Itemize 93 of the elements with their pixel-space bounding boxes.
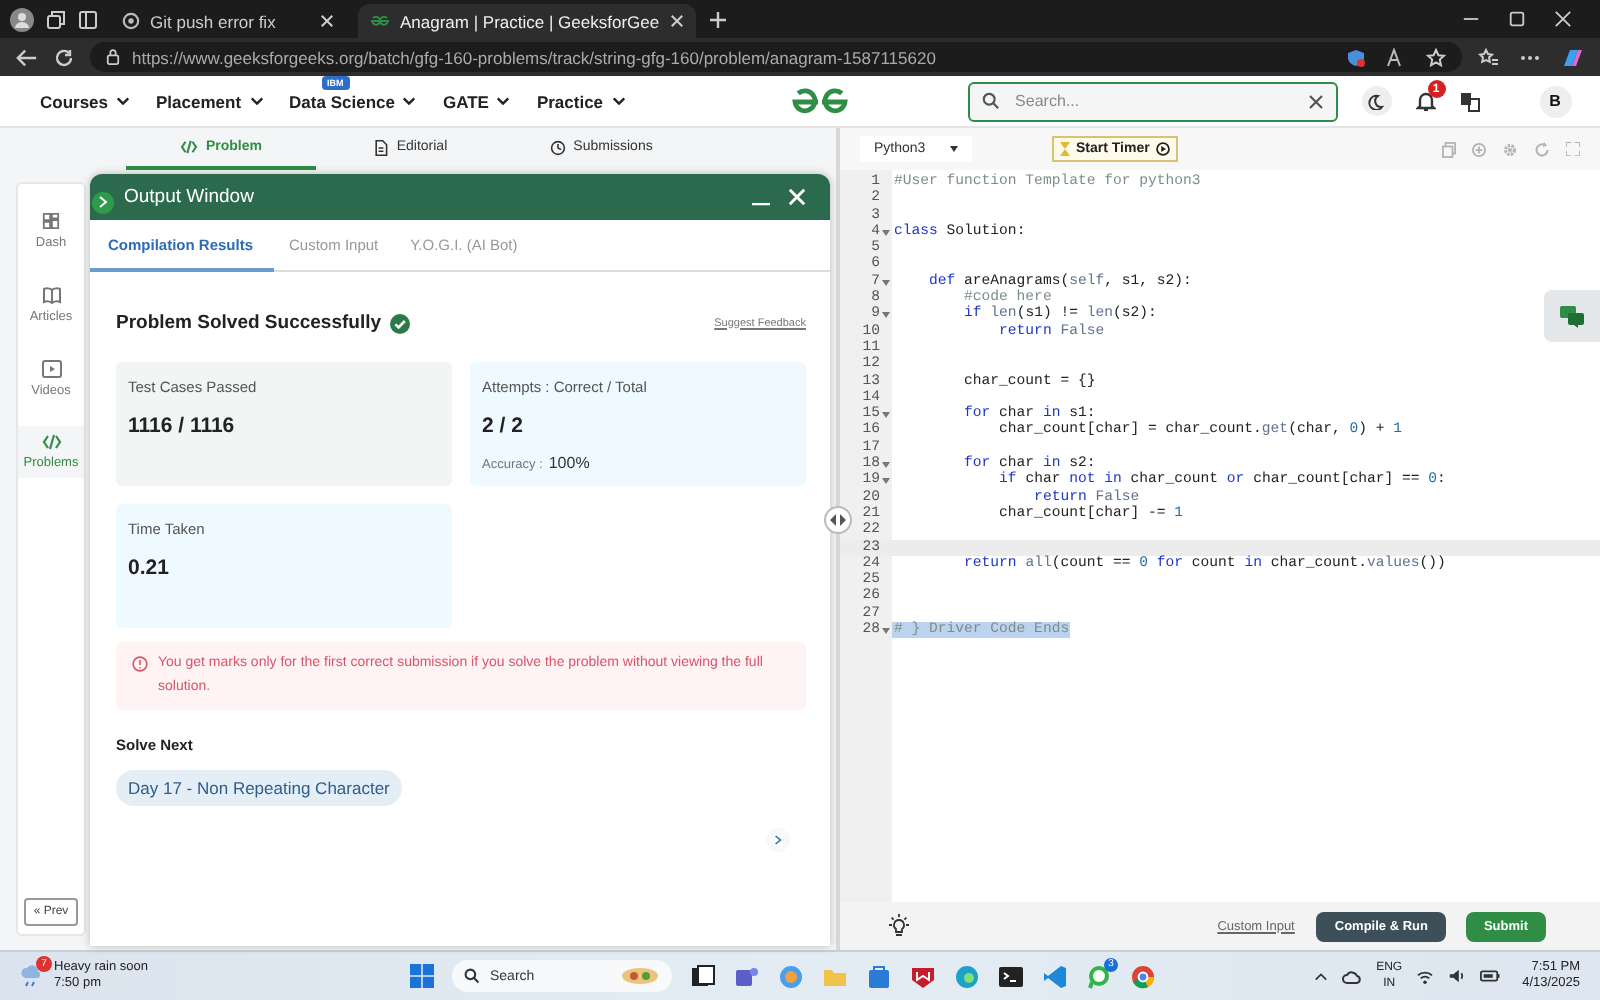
clear-icon[interactable]: [1307, 93, 1324, 109]
fold-icon[interactable]: [882, 412, 890, 419]
fold-icon[interactable]: [882, 628, 890, 635]
video-icon: [41, 360, 61, 378]
clock-icon: [549, 139, 566, 155]
shield-icon[interactable]: [1346, 47, 1366, 67]
browser-tab[interactable]: Git push error fix: [110, 4, 346, 38]
store-icon[interactable]: [866, 963, 892, 989]
caret-icon: [950, 146, 958, 152]
fold-icon[interactable]: [882, 312, 890, 319]
stat-value: 0.21: [128, 556, 171, 580]
logo-icon[interactable]: [787, 88, 852, 114]
favorites-icon[interactable]: [1478, 47, 1500, 67]
menu-item[interactable]: Placement: [156, 91, 242, 111]
chevron-down-icon: [249, 96, 264, 106]
play-circle-icon: [1155, 142, 1170, 156]
speaker-icon[interactable]: [1448, 968, 1467, 984]
back-icon[interactable]: [16, 47, 38, 67]
chevron-down-icon: [116, 96, 131, 106]
close-icon[interactable]: [669, 14, 684, 28]
expand-button[interactable]: [92, 191, 114, 213]
profile-icon[interactable]: [10, 7, 34, 31]
stat-value: 1116 / 1116: [128, 414, 237, 438]
chevron-up-icon[interactable]: [1314, 971, 1329, 981]
cloud-icon[interactable]: [1342, 969, 1363, 983]
read-aloud-icon[interactable]: [1386, 47, 1406, 67]
hourglass-icon: [1060, 142, 1070, 156]
menu-item[interactable]: Courses: [40, 91, 109, 111]
code-icon: [179, 140, 198, 154]
teams-icon[interactable]: [734, 963, 760, 989]
chat-button[interactable]: [1544, 290, 1600, 342]
search-icon: [464, 968, 480, 984]
chevron-right-icon: [774, 834, 782, 846]
workspaces-icon[interactable]: [46, 9, 66, 29]
lightbulb-icon[interactable]: [888, 914, 910, 938]
dark-mode-toggle[interactable]: [1361, 86, 1392, 116]
chevron-right-icon: [98, 196, 108, 208]
menu-item[interactable]: Data Science: [289, 91, 395, 111]
new-tab-icon[interactable]: [707, 9, 728, 29]
book-icon: [41, 286, 61, 304]
chevron-down-icon: [496, 96, 511, 106]
more-icon[interactable]: [1520, 53, 1540, 61]
chevron-down-icon: [402, 96, 417, 106]
check-circle-icon: [389, 313, 410, 333]
fold-icon[interactable]: [882, 279, 890, 286]
document-icon: [374, 139, 389, 155]
search-icon: [981, 92, 1000, 110]
task-view-icon[interactable]: [690, 963, 716, 989]
page-icon: [122, 12, 140, 30]
chevron-down-icon: [611, 96, 626, 106]
start-icon[interactable]: [410, 964, 434, 988]
search-highlight-icon: [620, 966, 660, 986]
window-title: Output Window: [124, 186, 254, 208]
tab-list-icon[interactable]: [78, 9, 98, 29]
close-icon[interactable]: [320, 14, 334, 28]
star-icon[interactable]: [1426, 47, 1446, 67]
address-bar[interactable]: https://www.geeksforgeeks.org/batch/gfg-160-problems/track/string-gfg-160/problem/anagram-1587115620: [90, 42, 1462, 72]
split-arrows-icon: [830, 514, 846, 526]
close-icon[interactable]: [1554, 10, 1572, 28]
browser-tab[interactable]: Anagram | Practice | GeeksforGee: [358, 4, 696, 38]
fold-icon[interactable]: [882, 462, 890, 469]
stat-value: 2 / 2: [482, 414, 525, 438]
maximize-icon[interactable]: [1508, 10, 1526, 28]
chat-app-icon[interactable]: [1086, 963, 1112, 989]
accuracy-value: 100%: [548, 454, 590, 472]
menu-item[interactable]: Practice: [536, 91, 604, 111]
bell-icon[interactable]: [1415, 90, 1436, 112]
chat-icon: [1560, 305, 1584, 327]
fold-icon[interactable]: [882, 478, 890, 485]
status-message: Problem Solved Successfully: [116, 312, 382, 334]
code-icon: [41, 434, 61, 450]
reload-icon[interactable]: [54, 47, 74, 67]
menu-item[interactable]: GATE: [442, 91, 489, 111]
info-icon: [132, 656, 148, 672]
chrome-icon[interactable]: [1130, 963, 1156, 989]
lock-icon: [106, 48, 120, 66]
logo-icon: [370, 14, 390, 28]
wifi-icon[interactable]: [1416, 969, 1435, 983]
terminal-icon[interactable]: [998, 963, 1024, 989]
battery-icon[interactable]: [1480, 970, 1501, 982]
next-button[interactable]: [766, 828, 790, 852]
fold-icon[interactable]: [882, 229, 890, 236]
moon-icon: [1368, 93, 1385, 109]
translate-icon[interactable]: [1459, 91, 1480, 111]
search-input[interactable]: Search...: [1011, 90, 1296, 112]
user-avatar[interactable]: B: [1539, 85, 1572, 117]
shield-app-icon[interactable]: [910, 963, 936, 989]
search-field[interactable]: Search...: [967, 81, 1338, 121]
dashboard-icon: [42, 212, 60, 230]
weather-icon[interactable]: [20, 964, 44, 988]
problem-link[interactable]: Day 17 - Non Repeating Character: [116, 770, 402, 806]
code-editor-icon[interactable]: [1042, 963, 1068, 989]
copilot-icon[interactable]: [1560, 45, 1584, 69]
